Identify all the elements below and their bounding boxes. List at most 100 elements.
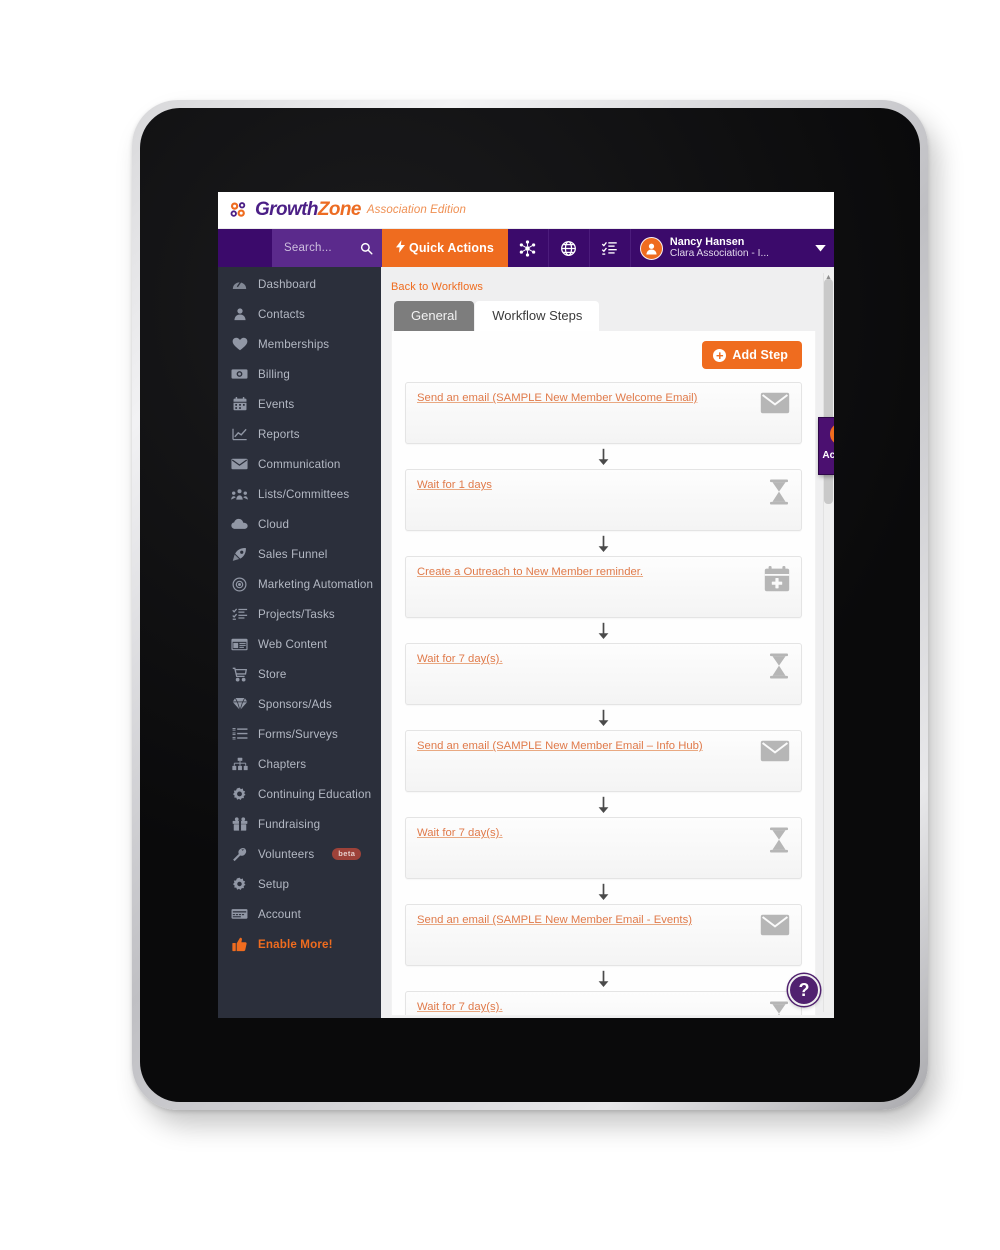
- workflow-step-card[interactable]: Wait for 7 day(s).: [405, 643, 802, 706]
- step-link[interactable]: Send an email (SAMPLE New Member Email –…: [417, 738, 711, 753]
- arrow-down-icon: [405, 705, 802, 730]
- sidebar-item-enable-more[interactable]: Enable More!: [218, 929, 381, 959]
- back-to-workflows-link[interactable]: Back to Workflows: [391, 281, 483, 293]
- sidebar-item-label: Enable More!: [258, 937, 333, 951]
- step-link[interactable]: Send an email (SAMPLE New Member Welcome…: [417, 390, 705, 405]
- card-icon: [231, 906, 248, 922]
- calendar-icon: [231, 396, 248, 412]
- calendar-plus-icon: [764, 566, 790, 597]
- quick-actions-button[interactable]: Quick Actions: [382, 229, 508, 267]
- sidebar-item-continuing-education[interactable]: Continuing Education: [218, 779, 381, 809]
- checklist-icon[interactable]: [590, 229, 631, 267]
- workflow-step-card[interactable]: Create a Outreach to New Member reminder…: [405, 556, 802, 619]
- sidebar-item-label: Volunteers: [258, 847, 315, 861]
- tablet-bezel: Growth Zone Association Edition Search...: [140, 108, 920, 1102]
- sidebar-item-sponsors-ads[interactable]: Sponsors/Ads: [218, 689, 381, 719]
- workflow-step-card[interactable]: Wait for 7 day(s).: [405, 991, 802, 1016]
- sidebar-item-web-content[interactable]: Web Content: [218, 629, 381, 659]
- sidebar-item-label: Events: [258, 397, 295, 411]
- search-icon[interactable]: [360, 242, 373, 255]
- edition-label: Association Edition: [366, 204, 466, 216]
- add-step-button[interactable]: + Add Step: [702, 341, 802, 370]
- hourglass-icon: [768, 1001, 790, 1016]
- sidebar-item-sales-funnel[interactable]: Sales Funnel: [218, 539, 381, 569]
- actions-label: Actions: [822, 450, 834, 461]
- sidebar-item-label: Account: [258, 907, 301, 921]
- step-link[interactable]: Wait for 7 day(s).: [417, 825, 511, 840]
- sidebar-item-label: Chapters: [258, 757, 307, 771]
- search-input[interactable]: Search...: [272, 229, 382, 267]
- sidebar-item-marketing-automation[interactable]: Marketing Automation: [218, 569, 381, 599]
- sidebar-item-label: Continuing Education: [258, 787, 372, 801]
- sidebar-item-label: Billing: [258, 367, 290, 381]
- sidebar-item-memberships[interactable]: Memberships: [218, 329, 381, 359]
- step-link[interactable]: Wait for 7 day(s).: [417, 651, 511, 666]
- workflow-step-card[interactable]: Send an email (SAMPLE New Member Welcome…: [405, 382, 802, 445]
- user-name: Nancy Hansen: [669, 235, 745, 248]
- tab-general[interactable]: General: [394, 301, 475, 332]
- help-button[interactable]: ?: [788, 974, 820, 1006]
- sidebar-item-setup[interactable]: Setup: [218, 869, 381, 899]
- sidebar-item-label: Contacts: [258, 307, 305, 321]
- envelope-icon: [760, 914, 790, 941]
- workflow-step-card[interactable]: Wait for 1 days: [405, 469, 802, 532]
- sidebar-item-label: Setup: [258, 877, 290, 891]
- sidebar-item-events[interactable]: Events: [218, 389, 381, 419]
- status-badge: beta: [332, 848, 362, 860]
- sidebar-item-lists-committees[interactable]: Lists/Committees: [218, 479, 381, 509]
- user-menu[interactable]: Nancy Hansen Clara Association - I...: [631, 229, 834, 267]
- sidebar-item-label: Sales Funnel: [258, 547, 328, 561]
- user-info: Nancy Hansen Clara Association - I...: [670, 236, 769, 261]
- arrow-down-icon: [405, 618, 802, 643]
- cloud-icon: [231, 516, 248, 532]
- actions-flag[interactable]: Actions: [818, 417, 834, 475]
- sidebar-item-label: Web Content: [258, 637, 328, 651]
- gears-logo-icon: [228, 200, 250, 221]
- app-screen: Growth Zone Association Edition Search...: [218, 192, 834, 1018]
- sidebar-item-label: Memberships: [258, 337, 330, 351]
- envelope-icon: [760, 740, 790, 767]
- chart-icon: [231, 426, 248, 442]
- hourglass-icon: [768, 827, 790, 858]
- logo-zone-text: Zone: [317, 199, 362, 220]
- workflow-step-card[interactable]: Send an email (SAMPLE New Member Email –…: [405, 730, 802, 793]
- target-icon: [231, 576, 248, 592]
- sidebar-item-forms-surveys[interactable]: Forms/Surveys: [218, 719, 381, 749]
- sidebar-item-projects-tasks[interactable]: Projects/Tasks: [218, 599, 381, 629]
- sidebar-item-fundraising[interactable]: Fundraising: [218, 809, 381, 839]
- logo-bar: Growth Zone Association Edition: [218, 192, 834, 229]
- sidebar-item-label: Lists/Committees: [258, 487, 350, 501]
- sidebar-item-reports[interactable]: Reports: [218, 419, 381, 449]
- sidebar-item-label: Communication: [258, 457, 341, 471]
- hub-network-icon[interactable]: [508, 229, 549, 267]
- sidebar-item-volunteers[interactable]: Volunteers beta: [218, 839, 381, 869]
- tasks-icon: [231, 606, 248, 622]
- step-link[interactable]: Send an email (SAMPLE New Member Email -…: [417, 912, 700, 927]
- tab-workflow-steps[interactable]: Workflow Steps: [475, 301, 600, 332]
- globe-icon[interactable]: [549, 229, 590, 267]
- gear-badge-icon: [231, 786, 248, 802]
- gift-icon: [231, 816, 248, 832]
- workflow-panel: + Add Step Send an email (SAMPLE New Mem…: [391, 331, 816, 1017]
- sidebar-item-chapters[interactable]: Chapters: [218, 749, 381, 779]
- workflow-step-card[interactable]: Send an email (SAMPLE New Member Email -…: [405, 904, 802, 967]
- browser-icon: [231, 636, 248, 652]
- content-scrollbar[interactable]: ▲: [823, 273, 833, 1012]
- sidebar-item-billing[interactable]: Billing: [218, 359, 381, 389]
- thumbs-up-icon: [231, 936, 248, 952]
- sidebar-item-store[interactable]: Store: [218, 659, 381, 689]
- nav-left-spacer: [218, 229, 272, 267]
- tab-bar: General Workflow Steps: [394, 301, 816, 332]
- sidebar-item-account[interactable]: Account: [218, 899, 381, 929]
- actions-side-tab[interactable]: Actions: [818, 413, 834, 479]
- step-link[interactable]: Create a Outreach to New Member reminder…: [417, 564, 651, 579]
- step-link[interactable]: Wait for 1 days: [417, 477, 500, 492]
- workflow-step-card[interactable]: Wait for 7 day(s).: [405, 817, 802, 880]
- step-link[interactable]: Wait for 7 day(s).: [417, 999, 511, 1014]
- sidebar-item-communication[interactable]: Communication: [218, 449, 381, 479]
- sidebar-item-contacts[interactable]: Contacts: [218, 299, 381, 329]
- sidebar-item-dashboard[interactable]: Dashboard: [218, 269, 381, 299]
- chevron-down-icon[interactable]: [811, 239, 826, 257]
- sidebar-item-cloud[interactable]: Cloud: [218, 509, 381, 539]
- gear-icon: [231, 876, 248, 892]
